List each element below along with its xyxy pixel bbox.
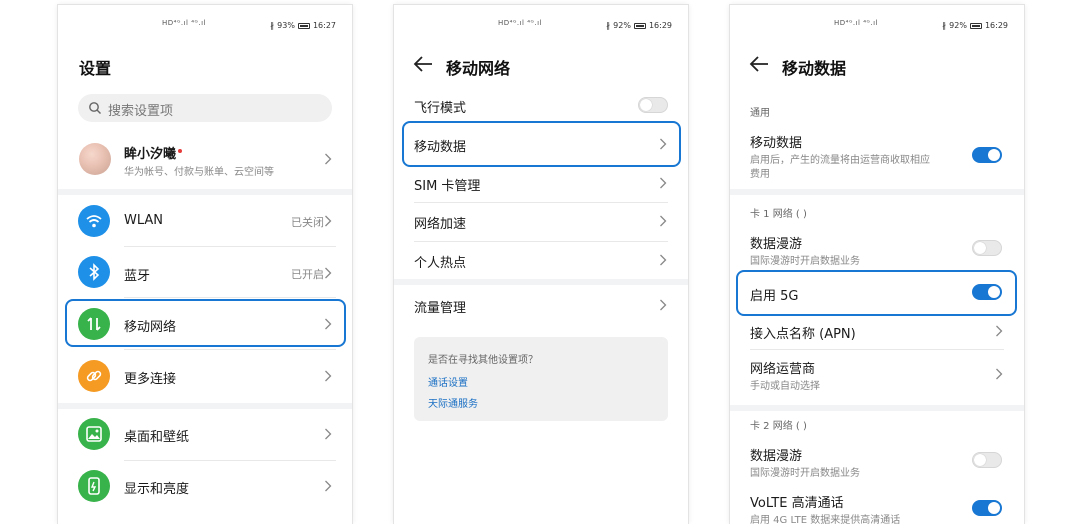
sim2-section-label: 卡 2 网络 ( ) (750, 421, 807, 432)
sim1-roaming-description: 国际漫游时开启数据业务 (750, 256, 860, 267)
link-icon (78, 360, 110, 392)
airplane-mode-label: 飞行模式 (414, 101, 467, 116)
status-bar: HD⁴ᴳ.ıl ⁴ᴳ.ıl ∦ 92% 16:29 (394, 5, 688, 35)
chevron-right-icon (660, 177, 667, 189)
bluetooth-label: 蓝牙 (124, 269, 151, 284)
battery-icon (969, 22, 982, 29)
page-title: 设置 (79, 59, 112, 78)
wlan-label: WLAN (124, 213, 164, 228)
settings-header: 设置 (58, 35, 352, 93)
mobile-data-label: 移动数据 (750, 136, 803, 151)
status-bar: HD⁴ᴳ.ıl ⁴ᴳ.ıl ∦ 93% 16:27 (58, 5, 352, 35)
network-boost-label: 网络加速 (414, 217, 467, 232)
search-input[interactable]: 搜索设置项 (78, 94, 332, 122)
chevron-right-icon (325, 480, 332, 492)
chevron-right-icon (325, 215, 332, 227)
divider (124, 460, 336, 461)
sim1-roaming-toggle[interactable] (972, 240, 1002, 256)
battery-icon (633, 22, 646, 29)
airplane-mode-toggle[interactable] (638, 97, 668, 113)
page-title: 移动数据 (782, 59, 847, 78)
display-label: 显示和亮度 (124, 482, 190, 497)
volte-label: VoLTE 高清通话 (750, 496, 844, 511)
divider (124, 297, 336, 298)
mobile-data-description: 启用后，产生的流量将由运营商收取相应 (750, 155, 930, 166)
wallpaper-label: 桌面和壁纸 (124, 430, 190, 445)
chevron-right-icon (996, 325, 1003, 337)
suggestions-card: 是否在寻找其他设置项？ 通话设置 天际通服务 (414, 337, 668, 421)
bluetooth-status-icon: ∦ (606, 21, 611, 30)
mobile-network-screen: HD⁴ᴳ.ıl ⁴ᴳ.ıl ∦ 92% 16:29 移动网络 飞行模式 移动数据… (394, 5, 688, 524)
carrier-description: 手动或自动选择 (750, 381, 820, 392)
sim2-roaming-label: 数据漫游 (750, 449, 803, 464)
sim1-roaming-label: 数据漫游 (750, 237, 803, 252)
volte-description: 启用 4G LTE 数据来提供高清通话 (750, 515, 901, 524)
avatar (79, 143, 111, 175)
sim2-roaming-description: 国际漫游时开启数据业务 (750, 468, 860, 479)
more-connections-label: 更多连接 (124, 372, 177, 387)
hotspot-label: 个人热点 (414, 256, 467, 271)
chevron-right-icon (325, 153, 332, 165)
search-placeholder: 搜索设置项 (108, 104, 174, 119)
account-name: 眸小汐曦 (124, 147, 177, 162)
skytone-service-link[interactable]: 天际通服务 (428, 395, 478, 410)
battery-percent: 93% (277, 21, 295, 30)
section-general-label: 通用 (750, 108, 770, 119)
sim2-roaming-toggle[interactable] (972, 452, 1002, 468)
chevron-right-icon (660, 299, 667, 311)
apn-label: 接入点名称 (APN) (750, 327, 856, 342)
clock: 16:29 (648, 21, 672, 30)
mobile-data-description-2: 费用 (750, 169, 770, 180)
signal-indicator: HD⁴ᴳ.ıl ⁴ᴳ.ıl (834, 19, 879, 27)
volte-toggle[interactable] (972, 500, 1002, 516)
bluetooth-icon (78, 256, 110, 288)
battery-percent: 92% (949, 21, 967, 30)
chevron-right-icon (325, 370, 332, 382)
chevron-right-icon (325, 428, 332, 440)
search-icon (89, 102, 101, 114)
battery-icon (297, 22, 310, 29)
back-arrow-icon[interactable] (412, 54, 434, 74)
highlight-box (65, 299, 346, 347)
divider (414, 241, 668, 242)
status-bar: HD⁴ᴳ.ıl ⁴ᴳ.ıl ∦ 92% 16:29 (730, 5, 1024, 35)
clock: 16:29 (984, 21, 1008, 30)
clock: 16:27 (312, 21, 336, 30)
bluetooth-status-icon: ∦ (942, 21, 947, 30)
wlan-status: 已关闭 (291, 216, 324, 229)
chevron-right-icon (325, 267, 332, 279)
highlight-box (736, 270, 1017, 316)
chevron-right-icon (996, 368, 1003, 380)
divider (124, 246, 336, 247)
suggestions-question: 是否在寻找其他设置项？ (428, 355, 538, 366)
mobile-data-header: 移动数据 (730, 35, 1024, 93)
settings-screen: HD⁴ᴳ.ıl ⁴ᴳ.ıl ∦ 93% 16:27 设置 搜索设置项 眸小汐曦 … (58, 5, 352, 524)
notification-dot (178, 149, 183, 153)
carrier-label: 网络运营商 (750, 362, 816, 377)
mobile-data-screen: HD⁴ᴳ.ıl ⁴ᴳ.ıl ∦ 92% 16:29 移动数据 通用 移动数据 启… (730, 5, 1024, 524)
sim1-section-label: 卡 1 网络 ( ) (750, 209, 807, 220)
signal-indicator: HD⁴ᴳ.ıl ⁴ᴳ.ıl (498, 19, 543, 27)
chevron-right-icon (660, 215, 667, 227)
page-title: 移动网络 (446, 59, 511, 78)
battery-percent: 92% (613, 21, 631, 30)
highlight-box (402, 121, 681, 167)
wallpaper-icon (78, 418, 110, 450)
data-usage-label: 流量管理 (414, 301, 467, 316)
divider (414, 202, 668, 203)
chevron-right-icon (660, 254, 667, 266)
wifi-icon (78, 205, 110, 237)
account-subtitle: 华为帐号、付款与账单、云空间等 (124, 167, 274, 178)
divider (124, 349, 336, 350)
mobile-data-toggle[interactable] (972, 147, 1002, 163)
signal-indicator: HD⁴ᴳ.ıl ⁴ᴳ.ıl (162, 19, 207, 27)
back-arrow-icon[interactable] (748, 54, 770, 74)
bluetooth-status: 已开启 (291, 268, 324, 281)
mobile-network-header: 移动网络 (394, 35, 688, 93)
bluetooth-status-icon: ∦ (270, 21, 275, 30)
display-icon (78, 470, 110, 502)
divider (750, 349, 1004, 350)
sim-management-label: SIM 卡管理 (414, 179, 481, 194)
call-settings-link[interactable]: 通话设置 (428, 374, 468, 389)
